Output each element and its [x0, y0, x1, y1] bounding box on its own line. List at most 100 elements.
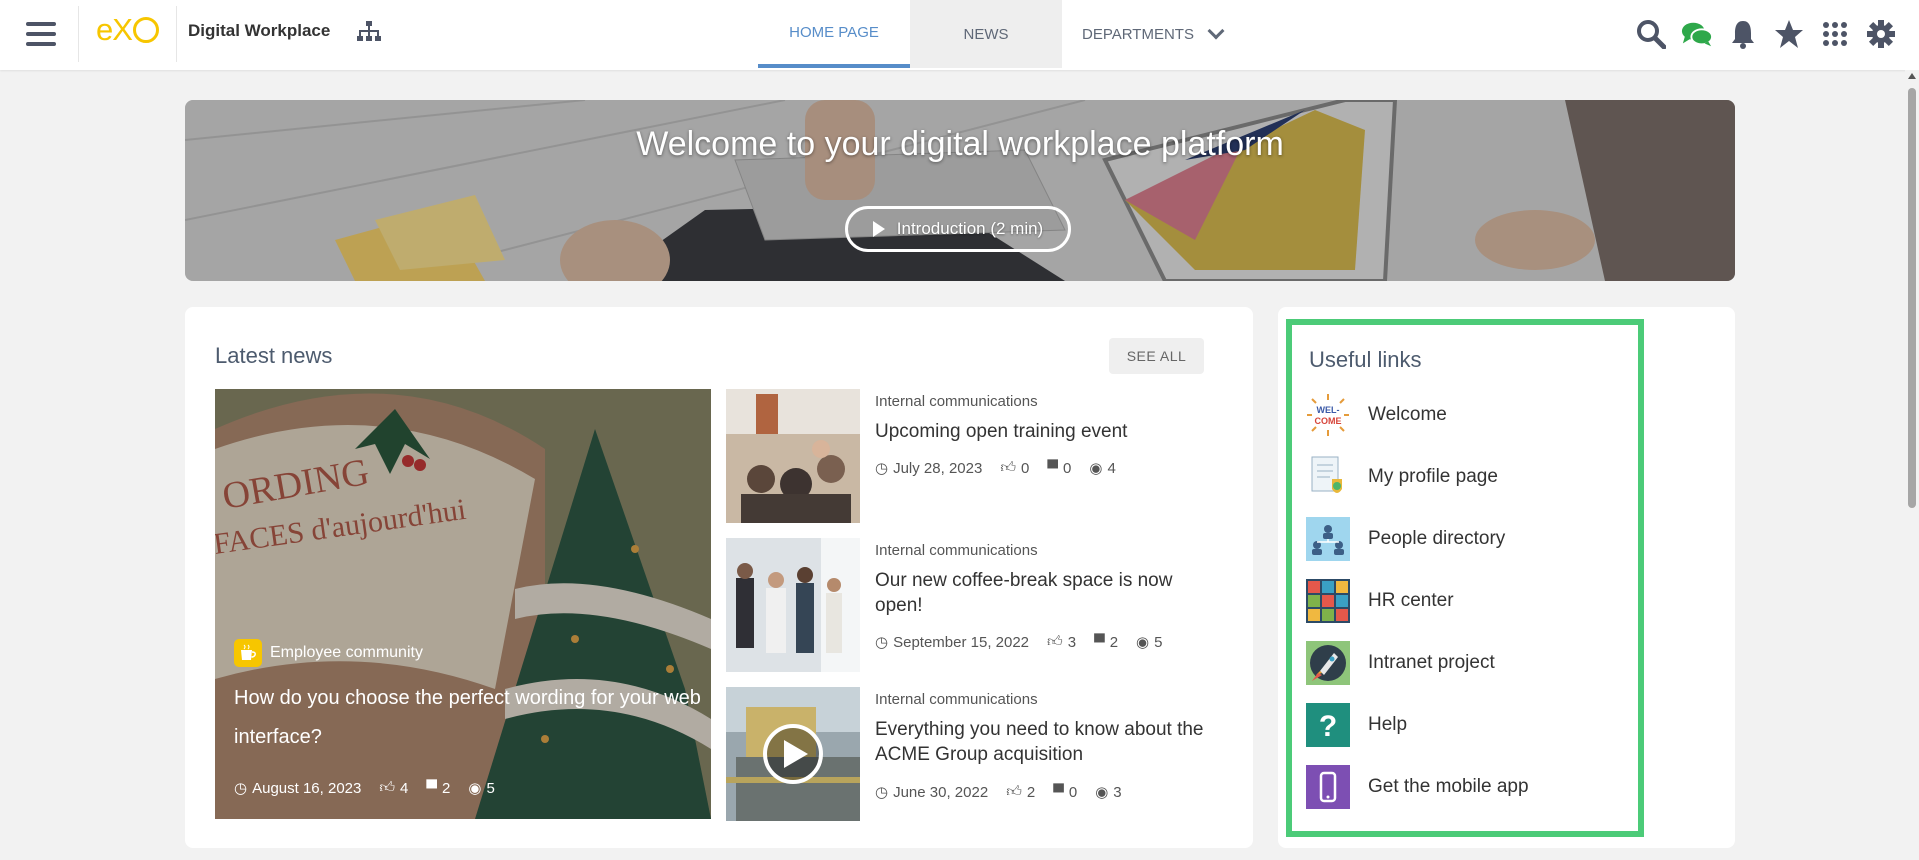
- news-category[interactable]: Internal communications: [875, 393, 1038, 410]
- news-category[interactable]: Internal communications: [875, 542, 1038, 559]
- news-thumbnail: [726, 687, 860, 821]
- featured-headline[interactable]: How do you choose the perfect wording fo…: [234, 679, 704, 757]
- news-comments: 2: [1109, 633, 1119, 651]
- help-icon: ?: [1306, 703, 1350, 747]
- news-likes: 3: [1067, 633, 1077, 651]
- news-comments: 0: [1068, 783, 1078, 801]
- chat-icon[interactable]: [1681, 18, 1713, 50]
- hr-center-icon: [1306, 579, 1350, 623]
- site-map-icon[interactable]: [356, 21, 382, 43]
- site-name[interactable]: Digital Workplace: [188, 21, 330, 41]
- star-icon[interactable]: [1773, 18, 1805, 50]
- gear-icon[interactable]: [1865, 18, 1897, 50]
- scrollbar-thumb[interactable]: [1908, 88, 1916, 508]
- clock-icon: ◷: [234, 780, 248, 797]
- news-date: June 30, 2022: [893, 783, 989, 801]
- coffee-cup-icon: [234, 639, 262, 667]
- news-item[interactable]: Internal communications Everything you n…: [726, 687, 1206, 821]
- svg-text:COME: COME: [1315, 416, 1342, 426]
- comment-icon: ▀: [1047, 459, 1058, 477]
- eye-icon: ◉: [1095, 784, 1109, 801]
- news-headline[interactable]: Everything you need to know about the AC…: [875, 717, 1215, 767]
- thumbs-up-icon: 👍︎: [1000, 459, 1017, 476]
- news-comments: 0: [1063, 459, 1072, 477]
- rocket-icon: [1306, 641, 1350, 685]
- news-headline[interactable]: Our new coffee-break space is now open!: [875, 568, 1215, 618]
- news-likes: 0: [1021, 459, 1030, 477]
- link-people-directory[interactable]: People directory: [1306, 517, 1505, 561]
- link-label: My profile page: [1368, 466, 1498, 487]
- tab-departments[interactable]: DEPARTMENTS: [1062, 0, 1242, 68]
- people-directory-icon: [1306, 517, 1350, 561]
- welcome-banner: Welcome to your digital workplace platfo…: [185, 100, 1735, 281]
- eye-icon: ◉: [1089, 460, 1103, 477]
- thumbs-up-icon: 👍︎: [1006, 783, 1022, 800]
- clock-icon: ◷: [875, 634, 889, 651]
- top-bar: eX Digital Workplace HOME PAGE NEWS DEPA…: [0, 0, 1919, 70]
- comment-icon: ▀: [1094, 633, 1105, 651]
- link-label: Intranet project: [1368, 652, 1495, 673]
- link-label: HR center: [1368, 590, 1454, 611]
- play-icon: [872, 221, 885, 237]
- welcome-icon: WEL- COME: [1306, 393, 1350, 437]
- link-welcome[interactable]: WEL- COME Welcome: [1306, 393, 1447, 437]
- useful-links-title: Useful links: [1309, 347, 1422, 372]
- thumbs-up-icon: 👍︎: [1047, 633, 1063, 650]
- company-logo[interactable]: eX: [96, 12, 159, 48]
- news-headline[interactable]: Upcoming open training event: [875, 419, 1215, 444]
- link-help[interactable]: ? Help: [1306, 703, 1407, 747]
- news-meta: ◷ July 28, 2023 👍︎ 0 ▀ 0 ◉ 4: [875, 459, 1116, 477]
- news-meta: ◷ June 30, 2022 👍︎ 2 ▀ 0 ◉ 3: [875, 783, 1122, 801]
- link-my-profile-page[interactable]: My profile page: [1306, 455, 1498, 499]
- chevron-down-icon: [1207, 22, 1225, 40]
- comment-icon: ▀: [426, 779, 438, 797]
- news-thumbnail: [726, 538, 860, 672]
- eye-icon: ◉: [1136, 634, 1150, 651]
- scroll-up-arrow[interactable]: [1908, 73, 1916, 79]
- comment-icon: ▀: [1053, 783, 1064, 801]
- news-item[interactable]: Internal communications Upcoming open tr…: [726, 389, 1206, 523]
- news-views: 4: [1107, 459, 1116, 477]
- news-views: 5: [1154, 633, 1163, 651]
- svg-text:WEL-: WEL-: [1317, 405, 1340, 415]
- latest-news-card: Latest news SEE ALL ORDING FACES d'aujou…: [185, 307, 1253, 848]
- news-thumbnail: [726, 389, 860, 523]
- bell-icon[interactable]: [1727, 18, 1759, 50]
- toolbar: [1635, 18, 1897, 50]
- featured-comments: 2: [442, 779, 451, 797]
- introduction-video-button[interactable]: Introduction (2 min): [845, 206, 1071, 252]
- featured-category[interactable]: Employee community: [234, 639, 423, 667]
- main-navigation: HOME PAGE NEWS DEPARTMENTS: [758, 0, 1242, 70]
- useful-links-card: Useful links WEL- COME Welcome My profile…: [1278, 307, 1735, 848]
- apps-grid-icon[interactable]: [1819, 18, 1851, 50]
- link-label: People directory: [1368, 528, 1506, 549]
- news-item[interactable]: Internal communications Our new coffee-b…: [726, 538, 1206, 672]
- useful-links-highlight: Useful links WEL- COME Welcome My profile…: [1286, 319, 1644, 837]
- link-get-the-mobile-app[interactable]: Get the mobile app: [1306, 765, 1529, 809]
- link-label: Help: [1368, 714, 1408, 735]
- tab-news[interactable]: NEWS: [910, 0, 1062, 68]
- news-date: July 28, 2023: [893, 459, 983, 477]
- featured-news-item[interactable]: ORDING FACES d'aujourd'hui Employee comm…: [215, 389, 711, 819]
- divider: [78, 6, 79, 62]
- news-views: 3: [1113, 783, 1122, 801]
- featured-likes: 4: [400, 779, 409, 797]
- featured-date: August 16, 2023: [252, 779, 362, 797]
- introduction-button-label: Introduction (2 min): [896, 219, 1044, 238]
- link-intranet-project[interactable]: Intranet project: [1306, 641, 1495, 685]
- news-category[interactable]: Internal communications: [875, 691, 1038, 708]
- featured-views: 5: [486, 779, 495, 797]
- link-hr-center[interactable]: HR center: [1306, 579, 1454, 623]
- tab-departments-label: DEPARTMENTS: [1082, 25, 1194, 43]
- menu-icon[interactable]: [26, 22, 56, 48]
- tab-home-page[interactable]: HOME PAGE: [758, 0, 910, 68]
- thumbs-up-icon: 👍︎: [379, 779, 396, 796]
- search-icon[interactable]: [1635, 18, 1667, 50]
- link-label: Welcome: [1368, 404, 1447, 425]
- see-all-button[interactable]: SEE ALL: [1109, 338, 1204, 374]
- profile-icon: [1306, 455, 1350, 499]
- banner-title: Welcome to your digital workplace platfo…: [636, 125, 1284, 163]
- link-label: Get the mobile app: [1368, 776, 1529, 797]
- help-icon-glyph: ?: [1319, 710, 1337, 743]
- divider: [176, 6, 177, 62]
